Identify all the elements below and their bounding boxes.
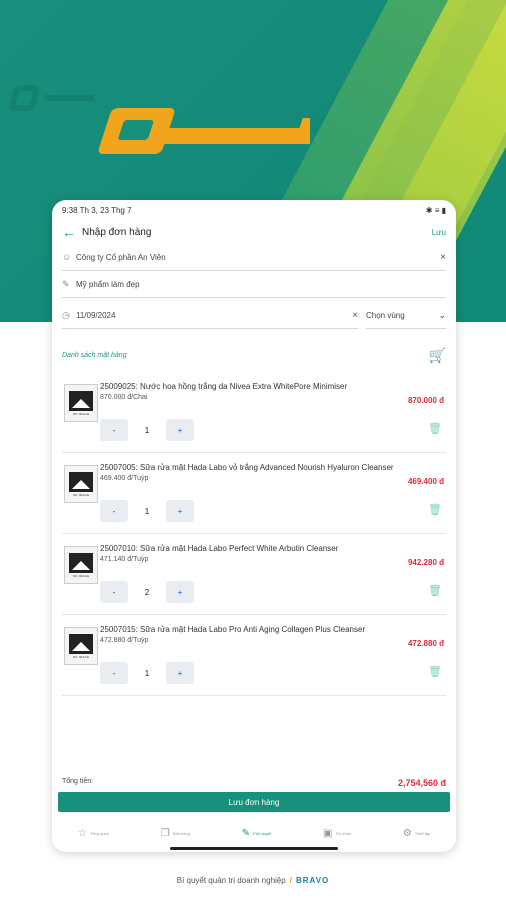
key-logo-icon <box>10 85 310 154</box>
item-name: 25009025: Nước hoa hồng trắng da Nivea E… <box>100 382 348 391</box>
item-total: 469.400 đ <box>407 477 444 486</box>
no-image-label: NO IMAGE <box>72 573 90 578</box>
item-list: NO IMAGE 25009025: Nước hoa hồng trắng d… <box>52 372 456 696</box>
gear-icon: ⚙ <box>402 827 412 839</box>
cart-add-icon[interactable]: 🛒 <box>429 347 446 364</box>
quantity-stepper: - 1 + <box>100 662 194 684</box>
list-item: NO IMAGE 25007015: Sữa rửa mặt Hada Labo… <box>62 615 446 696</box>
nav-label: Tổng quan <box>89 830 110 836</box>
date-value: 11/09/2024 <box>76 310 116 320</box>
list-item: NO IMAGE 25007005: Sữa rửa mặt Hada Labo… <box>62 453 446 534</box>
tagline-text: Bí quyết quản trị doanh nghiệp <box>176 876 286 885</box>
company-value: Công ty Cổ phần An Viên <box>76 252 166 262</box>
no-image-icon: NO IMAGE <box>64 465 98 503</box>
trash-icon[interactable]: 🗑 <box>428 503 442 516</box>
item-total: 870.000 đ <box>407 396 444 405</box>
quantity-value[interactable]: 2 <box>128 588 166 597</box>
app-window: 9:38 Th 3, 23 Thg 7 ✱ ≡ ▮ ← Nhập đơn hàn… <box>52 200 456 852</box>
save-link[interactable]: Lưu <box>432 228 446 237</box>
no-image-icon: NO IMAGE <box>64 627 98 665</box>
order-total: Tổng tiền: 2,754,560 đ <box>62 778 446 788</box>
quantity-value[interactable]: 1 <box>128 507 166 516</box>
quantity-stepper: - 1 + <box>100 500 194 522</box>
no-image-label: NO IMAGE <box>72 411 90 416</box>
decrement-button[interactable]: - <box>100 500 128 522</box>
item-unit-price: 472.880 đ/Tuýp <box>100 637 149 644</box>
nav-item-messages[interactable]: ▣ Tin nhắn <box>323 828 351 839</box>
nav-item-overview[interactable]: ☆ Tổng quan <box>78 828 109 839</box>
no-image-label: NO IMAGE <box>72 492 90 497</box>
region-select[interactable]: Chọn vùng ⌄ <box>366 302 446 329</box>
list-title: Danh sách mặt hàng <box>62 352 127 359</box>
increment-button[interactable]: + <box>166 500 194 522</box>
increment-button[interactable]: + <box>166 581 194 603</box>
item-total: 942.280 đ <box>407 558 444 567</box>
nav-label: Phê duyệt <box>253 830 272 836</box>
item-unit-price: 469.400 đ/Tuýp <box>100 475 149 482</box>
edit-icon: ✎ <box>62 278 70 289</box>
nav-item-settings[interactable]: ⚙ Thiết lập <box>403 828 430 839</box>
save-order-button[interactable]: Lưu đơn hàng <box>58 792 450 812</box>
total-label: Tổng tiền: <box>62 778 94 785</box>
nav-item-approval[interactable]: ✎ Phê duyệt <box>242 828 271 839</box>
date-field[interactable]: ◷ 11/09/2024 × <box>62 302 358 329</box>
company-field[interactable]: ☺ Công ty Cổ phần An Viên × <box>62 244 446 271</box>
brand-logo: BRAVO <box>295 876 330 885</box>
item-unit-price: 471.140 đ/Tuýp <box>100 556 149 563</box>
document-icon: ❐ <box>160 827 170 839</box>
back-arrow-icon[interactable]: ← <box>62 224 82 240</box>
region-value: Chọn vùng <box>366 310 405 320</box>
status-bar: 9:38 Th 3, 23 Thg 7 ✱ ≡ ▮ <box>52 200 456 220</box>
clear-date-icon[interactable]: × <box>352 310 358 321</box>
category-value: Mỹ phẩm làm đẹp <box>76 279 140 289</box>
list-item: NO IMAGE 25007010: Sữa rửa mặt Hada Labo… <box>62 534 446 615</box>
quantity-value[interactable]: 1 <box>128 669 166 678</box>
quantity-stepper: - 1 + <box>100 419 194 441</box>
quantity-value[interactable]: 1 <box>128 426 166 435</box>
quantity-stepper: - 2 + <box>100 581 194 603</box>
clear-icon[interactable]: × <box>440 252 446 263</box>
trash-icon[interactable]: 🗑 <box>428 422 442 435</box>
star-icon: ☆ <box>77 827 87 839</box>
message-icon: ▣ <box>323 827 333 839</box>
total-amount: 2,754,560 đ <box>397 778 446 788</box>
trash-icon[interactable]: 🗑 <box>428 584 442 597</box>
item-name: 25007015: Sữa rửa mặt Hada Labo Pro Anti… <box>100 625 366 634</box>
page-title: Nhập đơn hàng <box>82 226 152 238</box>
user-icon: ☺ <box>62 252 72 262</box>
trash-icon[interactable]: 🗑 <box>428 665 442 678</box>
no-image-label: NO IMAGE <box>72 654 90 659</box>
status-time: 9:38 Th 3, 23 Thg 7 <box>62 205 132 215</box>
chevron-down-icon: ⌄ <box>438 309 446 320</box>
slash-divider: / <box>289 876 292 885</box>
item-name: 25007005: Sữa rửa mặt Hada Labo vỏ trắng… <box>100 463 394 472</box>
nav-label: Tin nhắn <box>335 830 351 836</box>
footer-tagline: Bí quyết quản trị doanh nghiệp / BRAVO <box>0 876 506 885</box>
clock-icon: ◷ <box>62 309 70 320</box>
app-bar: ← Nhập đơn hàng Lưu <box>52 220 456 244</box>
item-name: 25007010: Sữa rửa mặt Hada Labo Perfect … <box>100 544 339 553</box>
decrement-button[interactable]: - <box>100 581 128 603</box>
list-item: NO IMAGE 25009025: Nước hoa hồng trắng d… <box>62 372 446 453</box>
item-unit-price: 870.000 đ/Chai <box>100 394 148 401</box>
increment-button[interactable]: + <box>166 662 194 684</box>
bottom-nav: ☆ Tổng quan ❐ Bán hàng ✎ Phê duyệt ▣ Tin nhắ… <box>52 818 456 848</box>
no-image-icon: NO IMAGE <box>64 384 98 422</box>
increment-button[interactable]: + <box>166 419 194 441</box>
category-field[interactable]: ✎ Mỹ phẩm làm đẹp <box>62 271 446 298</box>
item-total: 472.880 đ <box>407 639 444 648</box>
decrement-button[interactable]: - <box>100 662 128 684</box>
no-image-icon: NO IMAGE <box>64 546 98 584</box>
nav-item-sales[interactable]: ❐ Bán hàng <box>161 828 190 839</box>
approve-icon: ✎ <box>241 827 251 839</box>
home-indicator <box>170 847 338 850</box>
status-icons: ✱ ≡ ▮ <box>425 205 446 215</box>
nav-label: Bán hàng <box>172 830 190 836</box>
nav-label: Thiết lập <box>414 830 431 836</box>
decrement-button[interactable]: - <box>100 419 128 441</box>
